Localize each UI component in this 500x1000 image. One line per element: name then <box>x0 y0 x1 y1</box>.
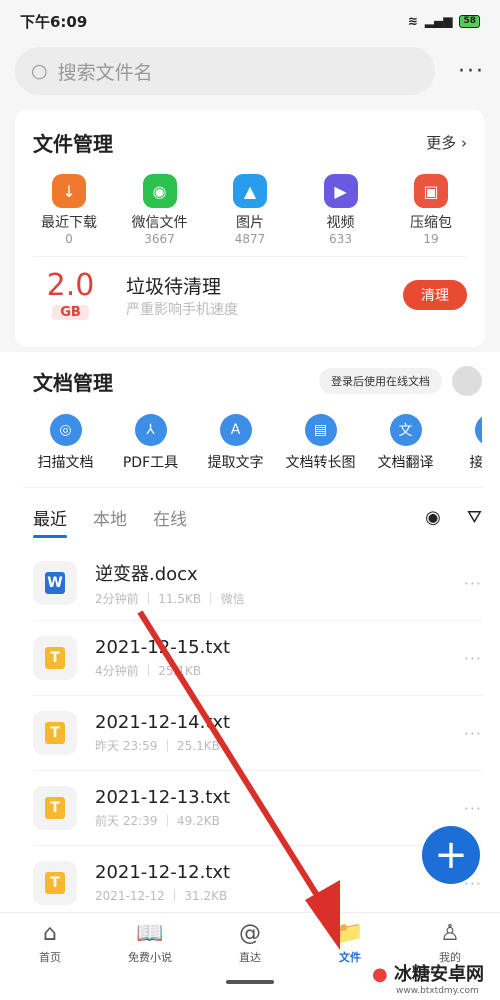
watermark-logo: ● 冰糖安卓网 www.btxtdmy.com <box>372 964 484 996</box>
red-arrow-annotation <box>137 610 340 950</box>
